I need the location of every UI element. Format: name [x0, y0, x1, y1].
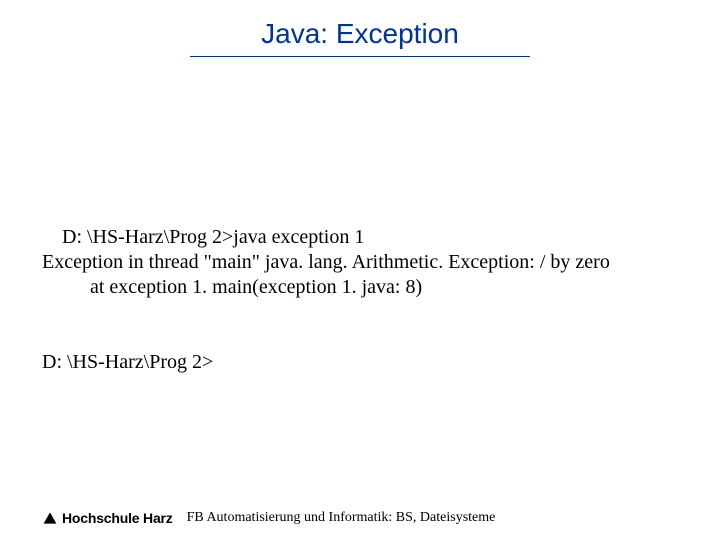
footer-text: FB Automatisierung und Informatik: BS, D… [187, 510, 496, 526]
console-line-1: D: \HS-Harz\Prog 2>java exception 1 [62, 226, 364, 248]
console-line-2: Exception in thread "main" java. lang. A… [42, 251, 610, 273]
institution-logo: Hochschule Harz [42, 510, 173, 526]
title-underline [190, 56, 530, 57]
institution-name: Hochschule Harz [62, 510, 173, 526]
console-line-3: at exception 1. main(exception 1. java: … [42, 275, 690, 300]
console-output: D: \HS-Harz\Prog 2>java exception 1 Exce… [42, 200, 690, 400]
footer: Hochschule Harz FB Automatisierung und I… [42, 510, 690, 526]
slide-title: Java: Exception [0, 18, 720, 50]
console-line-4: D: \HS-Harz\Prog 2> [42, 351, 213, 373]
triangle-icon [42, 510, 58, 526]
slide: Java: Exception D: \HS-Harz\Prog 2>java … [0, 0, 720, 540]
